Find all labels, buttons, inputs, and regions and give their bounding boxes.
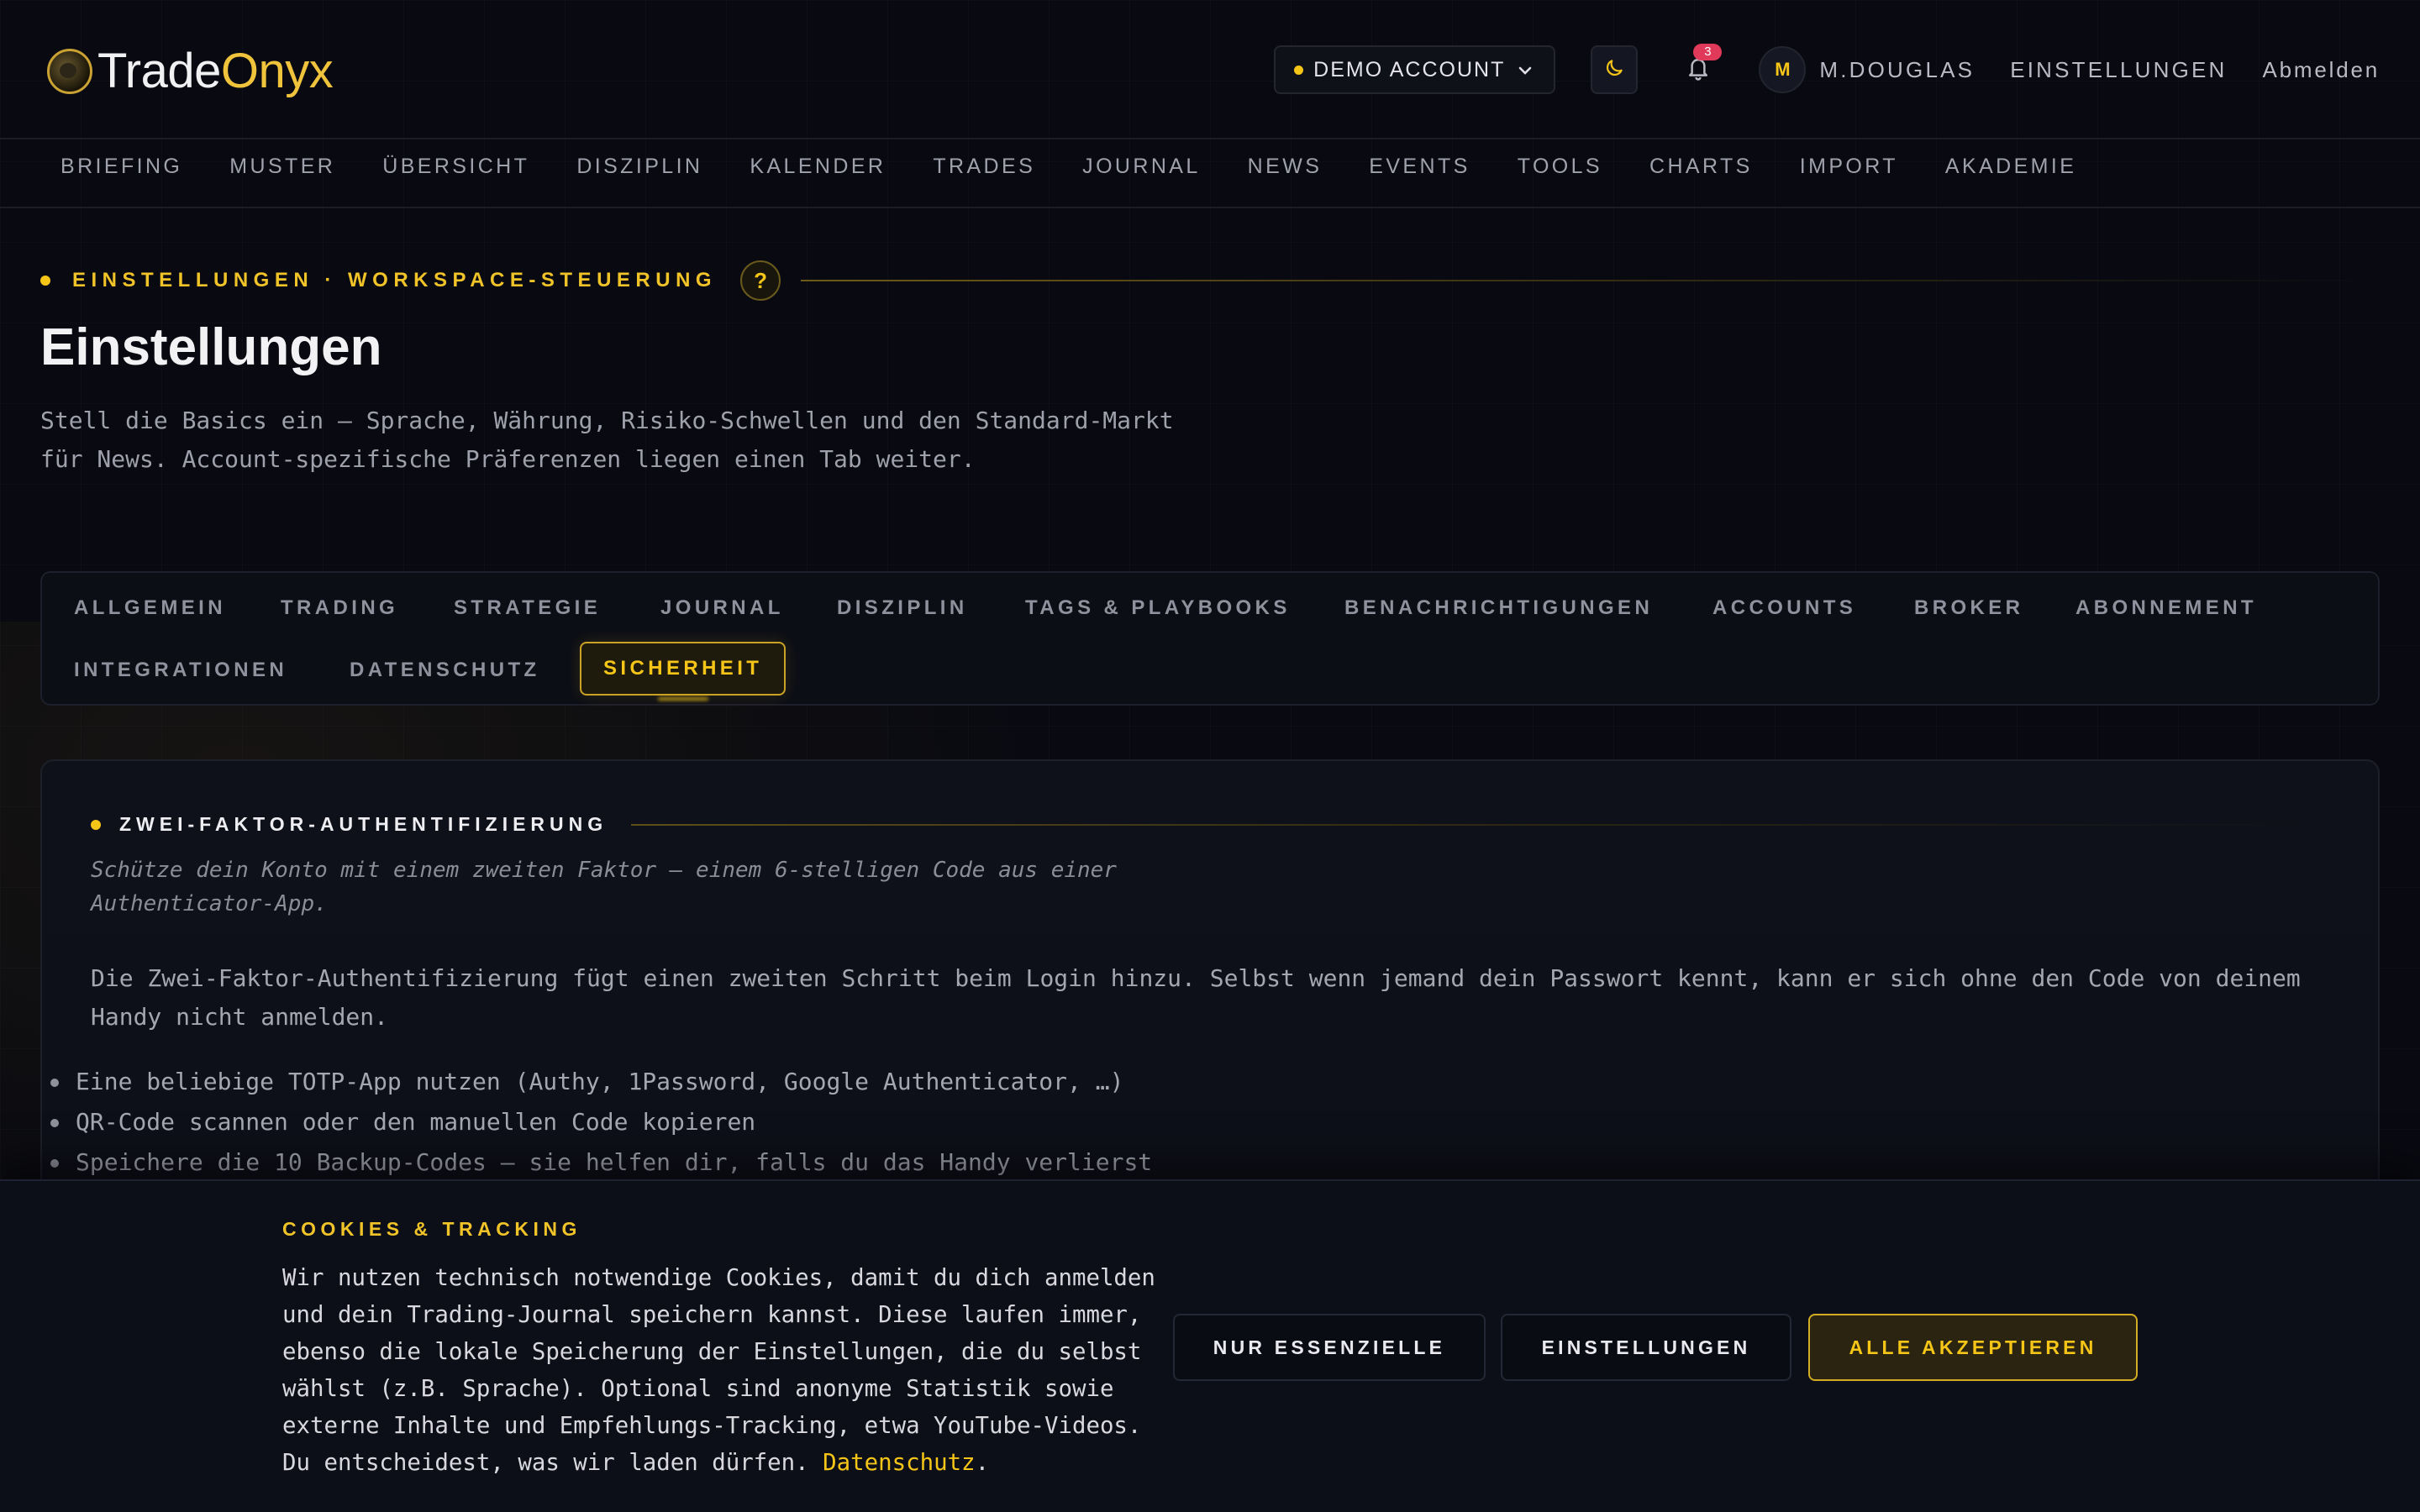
nav-item-muster[interactable]: MUSTER — [229, 155, 335, 179]
main-navigation: BRIEFING MUSTER ÜBERSICHT DISZIPLIN KALE… — [60, 155, 2123, 179]
user-avatar[interactable]: M — [1759, 46, 1807, 93]
account-selector-label: DEMO ACCOUNT — [1313, 57, 1506, 81]
app-logo[interactable]: TradeOnyx — [47, 40, 334, 102]
account-selector[interactable]: DEMO ACCOUNT — [1274, 45, 1556, 94]
nav-item-akademie[interactable]: AKADEMIE — [1945, 155, 2076, 179]
page-eyebrow: EINSTELLUNGEN · WORKSPACE-STEUERUNG ? — [40, 260, 2380, 301]
cookie-banner-text: Wir nutzen technisch notwendige Cookies,… — [282, 1260, 1156, 1482]
logout-link[interactable]: Abmelden — [2263, 57, 2380, 83]
tab-benachrichtigungen[interactable]: BENACHRICHTIGUNGEN — [1344, 581, 1653, 635]
tab-accounts[interactable]: ACCOUNTS — [1712, 581, 1856, 635]
nav-item-uebersicht[interactable]: ÜBERSICHT — [382, 155, 529, 179]
header-actions: DEMO ACCOUNT 3 M M.DOUGLAS EINSTELLUNGEN… — [1274, 44, 2380, 94]
nav-item-news[interactable]: NEWS — [1248, 155, 1323, 179]
two-factor-description: Die Zwei-Faktor-Authentifizierung fügt e… — [91, 964, 2301, 1031]
tab-allgemein[interactable]: ALLGEMEIN — [74, 581, 226, 635]
nav-item-kalender[interactable]: KALENDER — [750, 155, 886, 179]
tab-tags-playbooks[interactable]: TAGS & PLAYBOOKS — [1025, 581, 1291, 635]
nav-item-charts[interactable]: CHARTS — [1649, 155, 1753, 179]
username-link[interactable]: M.DOUGLAS — [1819, 57, 1975, 83]
tab-disziplin[interactable]: DISZIPLIN — [837, 581, 968, 635]
card-title-dot — [91, 819, 101, 830]
two-factor-card-header: ZWEI-FAKTOR-AUTHENTIFIZIERUNG — [91, 813, 2326, 836]
nav-divider — [0, 207, 2420, 208]
cookie-banner-title: COOKIES & TRACKING — [282, 1218, 581, 1240]
list-item: Speichere die 10 Backup-Codes — sie helf… — [49, 1142, 1152, 1183]
logo-text-trade: Trade — [97, 44, 221, 98]
two-factor-title: ZWEI-FAKTOR-AUTHENTIFIZIERUNG — [119, 813, 608, 835]
header-settings-link[interactable]: EINSTELLUNGEN — [2010, 57, 2227, 83]
cookie-banner-body: Wir nutzen technisch notwendige Cookies,… — [282, 1265, 1155, 1476]
page-title: Einstellungen — [40, 318, 382, 376]
essential-only-button[interactable]: NUR ESSENZIELLE — [1173, 1314, 1486, 1381]
nav-item-briefing[interactable]: BRIEFING — [60, 155, 182, 179]
logo-globe-icon — [47, 49, 92, 94]
cookie-settings-button[interactable]: EINSTELLUNGEN — [1501, 1314, 1791, 1381]
settings-tabs: ALLGEMEIN TRADING STRATEGIE JOURNAL DISZ… — [40, 571, 2380, 706]
notifications-button[interactable]: 3 — [1675, 44, 1723, 94]
eyebrow-dot — [40, 276, 50, 286]
tab-journal[interactable]: JOURNAL — [660, 581, 784, 635]
privacy-link[interactable]: Datenschutz — [823, 1450, 975, 1476]
theme-toggle-button[interactable] — [1591, 45, 1639, 94]
chevron-down-icon — [1518, 59, 1532, 81]
list-item: QR-Code scannen oder den manuellen Code … — [49, 1102, 1152, 1142]
notification-count-badge: 3 — [1693, 44, 1723, 60]
logo-text: TradeOnyx — [97, 44, 334, 98]
logo-text-onyx: Onyx — [220, 44, 334, 98]
moon-icon — [1603, 57, 1625, 82]
tab-abonnement[interactable]: ABONNEMENT — [2075, 581, 2257, 635]
nav-item-import[interactable]: IMPORT — [1800, 155, 1898, 179]
tab-strategie[interactable]: STRATEGIE — [454, 581, 601, 635]
nav-item-events[interactable]: EVENTS — [1369, 155, 1470, 179]
tab-datenschutz[interactable]: DATENSCHUTZ — [350, 643, 540, 697]
nav-item-trades[interactable]: TRADES — [933, 155, 1035, 179]
list-item: Eine beliebige TOTP-App nutzen (Authy, 1… — [49, 1062, 1152, 1102]
tab-trading[interactable]: TRADING — [281, 581, 398, 635]
accept-all-button[interactable]: ALLE AKZEPTIEREN — [1808, 1314, 2138, 1381]
two-factor-subtitle: Schütze dein Konto mit einem zweiten Fak… — [91, 858, 1117, 916]
nav-item-journal[interactable]: JOURNAL — [1082, 155, 1201, 179]
nav-item-disziplin[interactable]: DISZIPLIN — [576, 155, 702, 179]
cookie-banner: COOKIES & TRACKING Wir nutzen technisch … — [0, 1179, 2420, 1512]
tab-integrationen[interactable]: INTEGRATIONEN — [74, 643, 287, 697]
eyebrow-text: EINSTELLUNGEN · WORKSPACE-STEUERUNG — [72, 269, 718, 291]
top-header: TradeOnyx DEMO ACCOUNT 3 M M.DOUGLAS EIN… — [0, 0, 2420, 178]
card-title-divider — [631, 823, 2326, 826]
help-button[interactable]: ? — [740, 260, 781, 301]
tab-broker[interactable]: BROKER — [1914, 581, 2023, 635]
nav-item-tools[interactable]: TOOLS — [1518, 155, 1602, 179]
two-factor-steps: Eine beliebige TOTP-App nutzen (Authy, 1… — [49, 1062, 1152, 1183]
tab-sicherheit[interactable]: SICHERHEIT — [580, 642, 786, 696]
account-status-dot — [1294, 65, 1304, 75]
page-description: Stell die Basics ein — Sprache, Währung,… — [40, 407, 1174, 473]
cookie-banner-period: . — [975, 1450, 990, 1476]
eyebrow-divider — [801, 280, 2380, 281]
